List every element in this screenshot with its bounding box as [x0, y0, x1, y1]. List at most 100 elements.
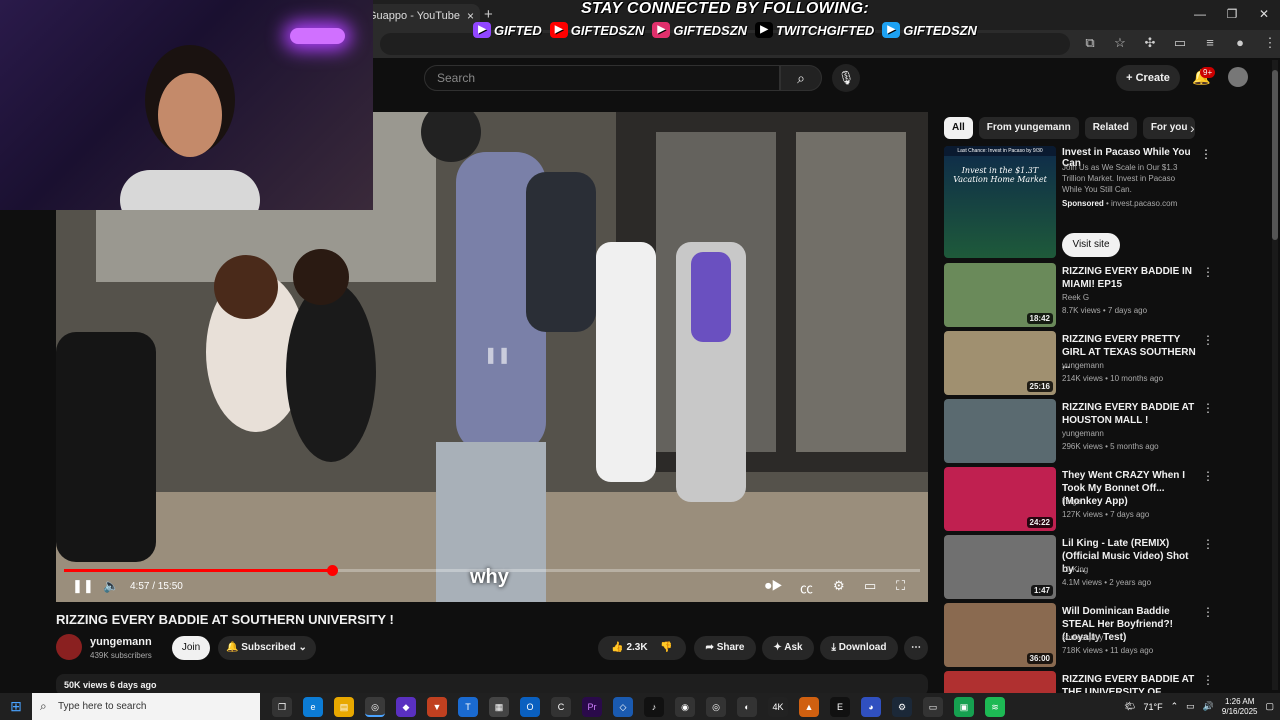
- notification-center-icon[interactable]: ▢: [1265, 701, 1274, 712]
- theater-mode-icon[interactable]: ▭: [864, 578, 876, 594]
- xbox-icon[interactable]: ▣: [954, 696, 974, 717]
- recommended-channel[interactable]: Reek G: [1062, 293, 1089, 302]
- chevron-right-icon[interactable]: ›: [1190, 120, 1195, 136]
- video-thumbnail[interactable]: [944, 671, 1056, 693]
- new-tab-button[interactable]: +: [484, 6, 493, 23]
- like-button[interactable]: 👍 2.3K: [611, 642, 647, 653]
- obs-icon[interactable]: ◉: [675, 696, 695, 717]
- autoplay-toggle[interactable]: ⏺▶: [765, 578, 783, 594]
- restore-button[interactable]: ❐: [1216, 0, 1248, 30]
- minimize-button[interactable]: —: [1184, 0, 1216, 30]
- recommended-video[interactable]: RIZZING EVERY BADDIE AT HOUSTON MALL ! yu…: [944, 399, 1234, 463]
- brave-icon[interactable]: ▼: [427, 696, 447, 717]
- recommended-channel[interactable]: Teige: [1062, 497, 1081, 506]
- extensions-icon[interactable]: ✣: [1140, 33, 1160, 53]
- more-options-icon[interactable]: ⋮: [1202, 673, 1214, 687]
- user-avatar[interactable]: [1228, 67, 1248, 87]
- scrollbar[interactable]: [1272, 60, 1278, 690]
- video-thumbnail[interactable]: [944, 399, 1056, 463]
- app-icon[interactable]: ◇: [613, 696, 633, 717]
- more-options-icon[interactable]: ⋮: [1202, 605, 1214, 619]
- ccleaner-icon[interactable]: C: [551, 696, 571, 717]
- network-icon[interactable]: ▭: [1186, 701, 1195, 712]
- settings-gear-icon[interactable]: ⚙: [833, 578, 845, 594]
- visit-site-button[interactable]: Visit site: [1062, 233, 1120, 257]
- sidepanel-icon[interactable]: ▭: [1170, 33, 1190, 53]
- recommended-channel[interactable]: yungemann: [1062, 429, 1104, 438]
- browser-menu-icon[interactable]: ⋮: [1260, 33, 1280, 53]
- video-thumbnail[interactable]: 24:22: [944, 467, 1056, 531]
- browser-tab[interactable]: Guappo - YouTube ×: [360, 4, 480, 30]
- volume-icon[interactable]: 🔈: [103, 578, 119, 594]
- video-thumbnail[interactable]: 36:00: [944, 603, 1056, 667]
- weather-icon[interactable]: 🌤: [1124, 701, 1135, 712]
- captions-icon[interactable]: ㏄: [800, 578, 813, 597]
- chip-from-yungemann[interactable]: From yungemann: [978, 117, 1079, 139]
- search-input[interactable]: Search: [424, 65, 780, 91]
- chip-for-you[interactable]: For you: [1142, 117, 1196, 139]
- recommended-video[interactable]: 18:42 RIZZING EVERY BADDIE IN MIAMI! EP15…: [944, 263, 1234, 327]
- more-actions-icon[interactable]: ⋯: [904, 636, 928, 660]
- chip-all[interactable]: All: [944, 117, 973, 139]
- channel-avatar[interactable]: [56, 634, 82, 660]
- recommended-video[interactable]: 25:16 RIZZING EVERY PRETTY GIRL AT TEXAS …: [944, 331, 1234, 395]
- volume-icon[interactable]: 🔊: [1203, 701, 1214, 712]
- ad-menu-icon[interactable]: ⋮: [1200, 147, 1212, 161]
- video-thumbnail[interactable]: 1:47: [944, 535, 1056, 599]
- taskbar-search[interactable]: ⌕ Type here to search: [32, 693, 260, 720]
- spotify-icon[interactable]: ≋: [985, 696, 1005, 717]
- join-button[interactable]: Join: [172, 636, 210, 660]
- download-button[interactable]: ⤓ Download: [820, 636, 898, 660]
- recommended-title[interactable]: They Went CRAZY When I Took My Bonnet Of…: [1062, 469, 1197, 508]
- progress-bar[interactable]: [64, 569, 920, 572]
- video-thumbnail[interactable]: 18:42: [944, 263, 1056, 327]
- recommended-video[interactable]: 36:00 Will Dominican Baddie STEAL Her Boy…: [944, 603, 1234, 667]
- outlook-icon[interactable]: O: [520, 696, 540, 717]
- recommended-video[interactable]: 1:47 Lil King - Late (REMIX) (Official Mu…: [944, 535, 1234, 599]
- recommended-title[interactable]: RIZZING EVERY BADDIE AT HOUSTON MALL !: [1062, 401, 1197, 427]
- chrome-icon[interactable]: ◎: [365, 696, 385, 717]
- scrollbar-thumb[interactable]: [1272, 70, 1278, 240]
- app-icon[interactable]: ◎: [706, 696, 726, 717]
- task-view-icon[interactable]: ❐: [272, 696, 292, 717]
- dislike-icon[interactable]: 👎: [660, 642, 672, 653]
- create-button[interactable]: + Create: [1116, 65, 1180, 91]
- temperature[interactable]: 71°F: [1144, 702, 1163, 712]
- more-options-icon[interactable]: ⋮: [1202, 265, 1214, 279]
- more-options-icon[interactable]: ⋮: [1202, 469, 1214, 483]
- file-explorer-icon[interactable]: ▤: [334, 696, 354, 717]
- channel-name[interactable]: yungemann: [90, 636, 152, 648]
- pause-button[interactable]: ❚❚: [72, 578, 94, 594]
- more-options-icon[interactable]: ⋮: [1202, 401, 1214, 415]
- more-options-icon[interactable]: ⋮: [1202, 537, 1214, 551]
- voice-search-button[interactable]: 🎙: [832, 64, 860, 92]
- fullscreen-icon[interactable]: ⛶: [896, 578, 905, 594]
- teams-icon[interactable]: T: [458, 696, 478, 717]
- ad-thumbnail[interactable]: Last Chance: Invest in Pacaso by 9/30 In…: [944, 146, 1056, 258]
- share-button[interactable]: ➦ Share: [694, 636, 756, 660]
- calculator-icon[interactable]: ▦: [489, 696, 509, 717]
- 4k-icon[interactable]: 4K: [768, 696, 788, 717]
- recommended-channel[interactable]: Lil King: [1062, 565, 1088, 574]
- copilot-icon[interactable]: ◆: [396, 696, 416, 717]
- subscribed-button[interactable]: 🔔 Subscribed ⌄: [218, 636, 316, 660]
- tray-overflow-icon[interactable]: ⌃: [1171, 701, 1179, 712]
- recommended-video[interactable]: RIZZING EVERY BADDIE AT THE UNIVERSITY O…: [944, 671, 1234, 693]
- search-button[interactable]: ⌕: [780, 65, 822, 91]
- tab-close-icon[interactable]: ×: [467, 9, 474, 23]
- terminal-icon[interactable]: ▭: [923, 696, 943, 717]
- ask-button[interactable]: ✦ Ask: [762, 636, 814, 660]
- clock[interactable]: 1:26 AM 9/16/2025: [1222, 697, 1258, 717]
- tiktok-icon[interactable]: ♪: [644, 696, 664, 717]
- recommended-channel[interactable]: soulessjayy: [1062, 633, 1103, 642]
- recommended-title[interactable]: RIZZING EVERY BADDIE IN MIAMI! EP15: [1062, 265, 1197, 291]
- recommended-title[interactable]: RIZZING EVERY BADDIE AT THE UNIVERSITY O…: [1062, 673, 1197, 693]
- premiere-icon[interactable]: Pr: [582, 696, 602, 717]
- edge-icon[interactable]: e: [303, 696, 323, 717]
- discord-icon[interactable]: ◕: [861, 696, 881, 717]
- github-icon[interactable]: ◐: [737, 696, 757, 717]
- steam-icon[interactable]: ⚙: [892, 696, 912, 717]
- profile-icon[interactable]: ●: [1230, 33, 1250, 53]
- recommended-channel[interactable]: yungemann: [1062, 361, 1104, 370]
- close-window-button[interactable]: ✕: [1248, 0, 1280, 30]
